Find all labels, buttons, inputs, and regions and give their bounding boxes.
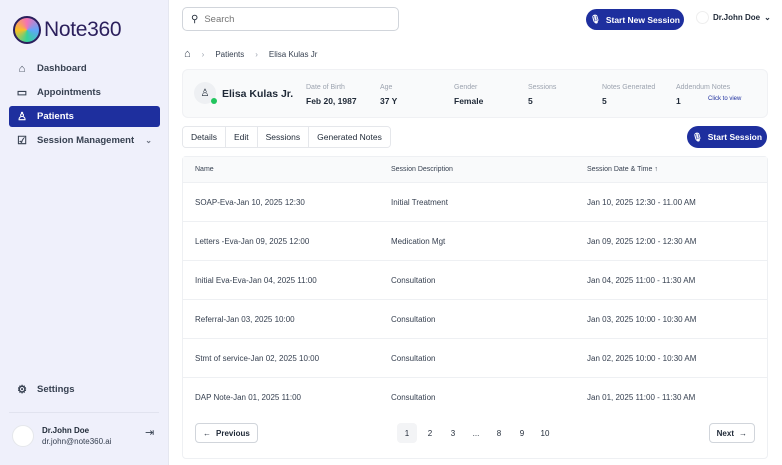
cell-name: Stmt of service-Jan 02, 2025 10:00 [195,353,320,363]
table-row[interactable]: SOAP-Eva-Jan 10, 2025 12:30 Initial Treat… [183,182,767,221]
tab-generated-notes[interactable]: Generated Notes [309,127,390,147]
logo: Note360 [13,16,122,44]
logout-icon[interactable]: ⇥ [145,426,154,439]
page-button[interactable]: 2 [420,423,440,443]
microphone-icon: 🎙 [691,131,703,142]
sidebar-item-dashboard[interactable]: ⌂ Dashboard [9,58,160,79]
column-date[interactable]: Session Date & Time ↑ [587,166,658,173]
cell-description: Consultation [391,392,436,402]
sidebar-item-settings[interactable]: ⚙ Settings [9,379,160,400]
table-row[interactable]: Initial Eva-Eva-Jan 04, 2025 11:00 Consul… [183,260,767,299]
table-row[interactable]: Letters -Eva-Jan 09, 2025 12:00 Medicatio… [183,221,767,260]
cell-date: Jan 01, 2025 11:00 - 11:30 AM [587,392,696,402]
tab-sessions[interactable]: Sessions [257,127,310,147]
arrow-right-icon: → [739,428,747,438]
stat-gender: Gender Female [454,84,484,106]
patient-tabs: Details Edit Sessions Generated Notes [182,126,391,148]
cell-name: SOAP-Eva-Jan 10, 2025 12:30 [195,197,305,207]
pagination: ← Previous 1 2 3... 8 9 10 Next → [183,423,767,443]
sidebar: Note360 ⌂ Dashboard ▭ Appointments ♙ Patien… [0,0,169,465]
start-session-button[interactable]: 🎙 Start Session [687,126,767,148]
home-icon[interactable]: ⌂ [184,48,191,60]
patient-name: Elisa Kulas Jr. [222,88,294,100]
table-row[interactable]: Stmt of service-Jan 02, 2025 10:00 Consul… [183,338,767,377]
breadcrumb-patients[interactable]: Patients [215,50,244,59]
start-new-session-button[interactable]: 🎙 Start New Session [586,9,684,30]
tab-details[interactable]: Details [183,127,226,147]
search-icon: ⚲ [191,13,199,25]
user-icon: ♙ [200,87,210,99]
gear-icon: ⚙ [17,384,27,396]
table-row[interactable]: Referral-Jan 03, 2025 10:00 Consultation J… [183,299,767,338]
user-profile: Dr.John Doe dr.john@note360.ai [12,425,112,447]
breadcrumb: ⌂ › Patients › Elisa Kulas Jr [184,48,318,60]
page-button[interactable]: 8 [489,423,509,443]
avatar [12,425,34,447]
microphone-icon: 🎙 [590,14,601,24]
calendar-icon: ▭ [16,87,28,99]
previous-button[interactable]: ← Previous [195,423,258,443]
breadcrumb-current: Elisa Kulas Jr [268,49,318,59]
stat-notes-generated: Notes Generated 5 [602,84,656,106]
logo-icon [13,16,41,44]
patient-summary-card: ♙ Elisa Kulas Jr. Date of Birth Feb 20, 1… [182,69,768,118]
cell-description: Consultation [391,314,436,324]
arrow-left-icon: ← [203,428,211,438]
chevron-down-icon: ⌄ [145,136,152,145]
stat-sessions: Sessions 5 [528,84,557,106]
cell-name: Letters -Eva-Jan 09, 2025 12:00 [195,236,310,246]
chevron-down-icon: ⌄ [764,13,771,22]
cell-name: Referral-Jan 03, 2025 10:00 [195,314,295,324]
sidebar-item-patients[interactable]: ♙ Patients [9,106,160,127]
search-box[interactable]: ⚲ [182,7,399,31]
cell-description: Consultation [391,353,436,363]
page-button: ... [472,428,480,438]
user-menu[interactable]: Dr.John Doe ⌄ [696,11,771,24]
avatar [696,11,709,24]
sessions-table: Name Session Description Session Date & … [182,156,768,459]
sidebar-item-appointments[interactable]: ▭ Appointments [9,82,160,103]
calendar-check-icon: ☑ [17,135,27,147]
column-name: Name [195,166,214,173]
page-button[interactable]: 1 [397,423,417,443]
table-row[interactable]: DAP Note-Jan 01, 2025 11:00 Consultation J… [183,377,767,416]
home-icon: ⌂ [18,62,26,75]
patient-avatar: ♙ [194,82,217,104]
cell-date: Jan 10, 2025 12:30 - 11.00 AM [587,197,696,207]
cell-description: Consultation [391,275,436,285]
stat-age: Age 37 Y [380,84,398,106]
stat-addendum-notes: Addendum Notes 1 [676,84,731,106]
cell-name: Initial Eva-Eva-Jan 04, 2025 11:00 [195,275,317,285]
stat-dob: Date of Birth Feb 20, 1987 [306,84,357,106]
page-button[interactable]: 9 [512,423,532,443]
cell-date: Jan 03, 2025 10:00 - 10:30 AM [587,314,697,324]
user-icon: ♙ [17,111,27,123]
cell-date: Jan 09, 2025 12:00 - 12:30 AM [587,236,697,246]
table-header: Name Session Description Session Date & … [183,157,767,182]
page-button[interactable]: 3 [443,423,463,443]
divider [9,412,159,413]
cell-description: Medication Mgt [391,236,446,246]
cell-description: Initial Treatment [391,197,448,207]
next-button[interactable]: Next → [708,423,755,443]
sidebar-item-session-management[interactable]: ☑ Session Management ⌄ [9,130,160,151]
search-input[interactable] [204,13,385,25]
click-to-view-link[interactable]: Click to view [708,96,741,102]
column-description: Session Description [391,166,453,173]
online-status-dot [211,98,217,104]
cell-date: Jan 04, 2025 11:00 - 11:30 AM [587,275,696,285]
page-button[interactable]: 10 [535,423,555,443]
cell-name: DAP Note-Jan 01, 2025 11:00 [195,392,301,402]
sort-arrow-up-icon: ↑ [654,166,658,173]
tab-edit[interactable]: Edit [225,127,258,147]
cell-date: Jan 02, 2025 10:00 - 10:30 AM [587,353,697,363]
